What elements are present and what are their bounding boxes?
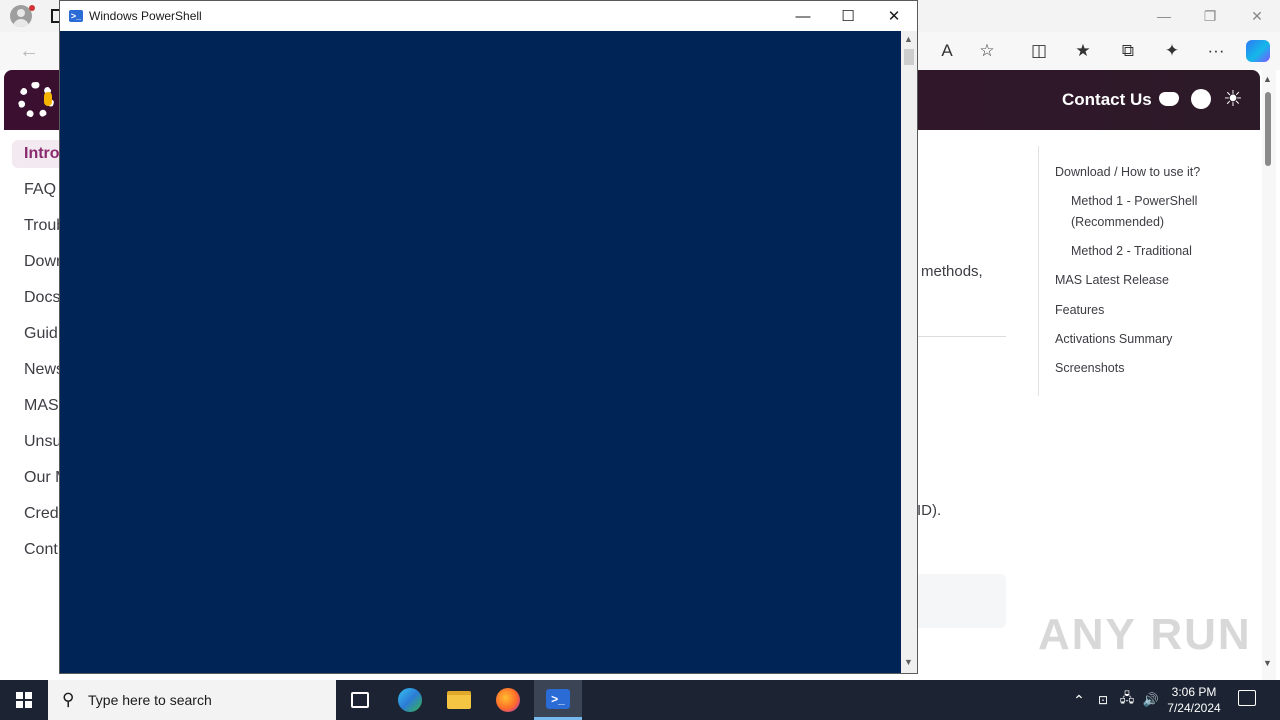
taskbar-file-explorer-button[interactable] [435,680,483,720]
toc-item-download[interactable]: Download / How to use it? [1055,162,1200,183]
toc-item-method-2[interactable]: Method 2 - Traditional [1071,241,1192,262]
discord-icon[interactable] [1157,87,1181,111]
browser-restore-button[interactable]: ❐ [1187,0,1233,32]
powershell-scrollbar[interactable]: ▲ ▼ [901,31,917,673]
read-aloud-icon[interactable]: A [932,36,962,66]
browser-minimize-button[interactable]: — [1141,0,1187,32]
taskbar-powershell-button[interactable]: >_ [534,680,582,720]
main-text-fragment-md: ID). [917,502,942,519]
taskbar-clock[interactable]: 3:06 PM 7/24/2024 [1158,684,1230,716]
powershell-title: Windows PowerShell [89,9,202,23]
page-scrollbar-thumb[interactable] [1265,92,1271,166]
toc-item-method-1-recommended[interactable]: (Recommended) [1071,212,1164,233]
browser-essentials-icon[interactable]: ✦ [1157,36,1187,66]
windows-logo-icon [16,692,32,708]
theme-toggle-sun-icon[interactable]: ☀ [1221,86,1245,111]
page-scrollbar[interactable]: ▲ ▼ [1262,70,1276,680]
clock-time: 3:06 PM [1171,685,1217,699]
edge-icon [398,688,422,712]
toc-item-activations-summary[interactable]: Activations Summary [1055,329,1172,350]
show-hidden-icons-chevron-icon[interactable]: ⌃ [1068,680,1090,720]
file-explorer-icon [447,691,471,709]
start-button[interactable] [0,680,48,720]
powershell-window: >_ Windows PowerShell — ☐ ✕ ▲ ▼ [59,0,918,674]
powershell-scrollbar-thumb[interactable] [904,49,914,65]
powershell-scroll-down-icon[interactable]: ▼ [904,657,913,667]
task-view-icon [351,692,369,708]
main-text-fragment-methods: methods, [921,263,983,280]
anyrun-watermark: ANY RUN [1038,610,1252,659]
more-options-icon[interactable]: ··· [1201,36,1231,66]
toc-item-screenshots[interactable]: Screenshots [1055,358,1124,379]
favorites-icon[interactable]: ★ [1068,36,1098,66]
taskbar-edge-button[interactable] [386,680,434,720]
split-screen-icon[interactable]: ◫ [1024,36,1054,66]
search-icon: ⚲ [62,690,75,709]
powershell-scroll-up-icon[interactable]: ▲ [904,34,913,44]
table-of-contents: Download / How to use it? Method 1 - Pow… [1038,146,1238,396]
meet-now-icon[interactable]: ⊡ [1092,680,1114,720]
contact-us-link[interactable]: Contact Us [1062,90,1152,110]
taskbar-firefox-button[interactable] [484,680,532,720]
back-button[interactable]: ← [14,36,44,66]
profile-notification-dot [29,5,35,11]
github-icon[interactable] [1189,87,1213,111]
powershell-close-button[interactable]: ✕ [871,1,917,31]
taskbar-search-box[interactable]: ⚲ Type here to search [48,680,336,720]
powershell-maximize-button[interactable]: ☐ [825,1,871,31]
page-scroll-up-icon[interactable]: ▲ [1263,74,1272,84]
taskbar: ⚲ Type here to search >_ ⌃ ⊡ 🖧 🔊 3:06 PM… [0,680,1280,720]
copilot-icon[interactable] [1246,40,1270,62]
clock-date: 7/24/2024 [1167,701,1221,715]
toc-item-features[interactable]: Features [1055,300,1104,321]
powershell-console[interactable] [60,31,901,673]
collections-icon[interactable]: ⧉ [1113,36,1143,66]
powershell-icon: >_ [69,10,83,22]
site-logo-key-icon [44,92,52,106]
toc-item-method-1[interactable]: Method 1 - PowerShell [1071,191,1197,212]
taskbar-search-placeholder: Type here to search [88,692,212,708]
browser-close-button[interactable]: ✕ [1234,0,1280,32]
powershell-minimize-button[interactable]: — [780,1,826,31]
network-icon[interactable]: 🖧 [1116,680,1138,720]
powershell-taskbar-icon: >_ [546,688,570,709]
favorite-star-icon[interactable]: ☆ [972,36,1002,66]
task-view-button[interactable] [336,680,384,720]
toc-item-latest-release[interactable]: MAS Latest Release [1055,270,1169,291]
firefox-icon [496,688,520,712]
notification-center-icon[interactable] [1238,690,1256,706]
main-code-block [918,574,1006,628]
main-divider [918,336,1006,337]
powershell-titlebar[interactable]: >_ Windows PowerShell — ☐ ✕ [60,1,917,31]
page-scroll-down-icon[interactable]: ▼ [1263,658,1272,668]
